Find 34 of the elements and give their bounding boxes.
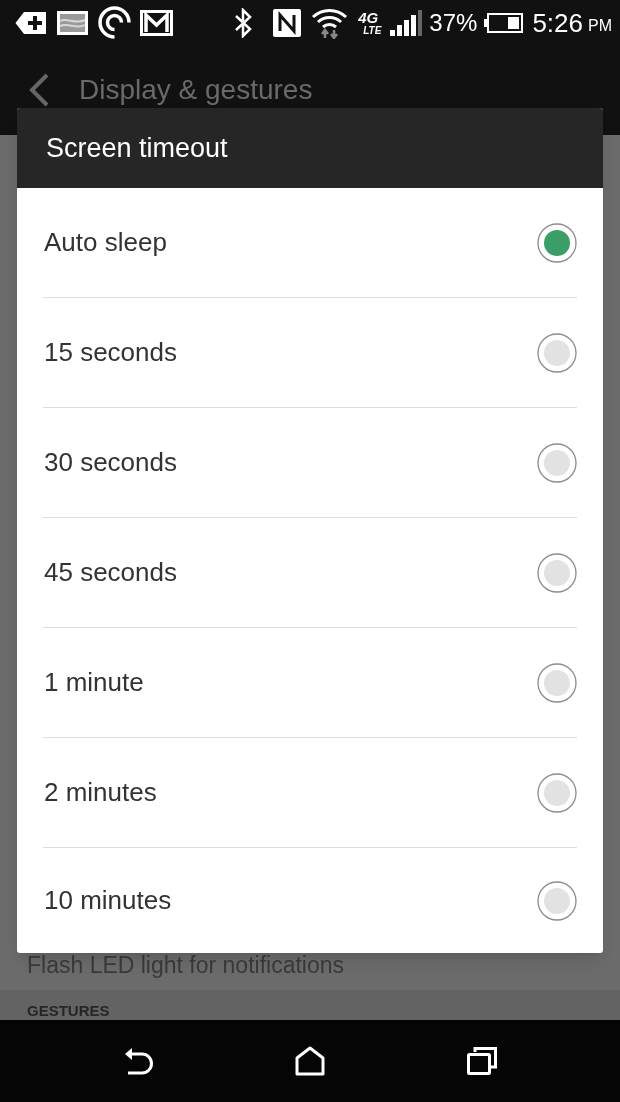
battery-percentage: 37% [429, 10, 478, 35]
radio-button[interactable] [537, 662, 577, 703]
radio-button[interactable] [537, 442, 577, 483]
ring-icon [98, 6, 131, 39]
clock-time: 5:26 [532, 9, 583, 36]
radio-button[interactable] [537, 772, 577, 813]
back-icon[interactable] [123, 1047, 153, 1075]
section-title: GESTURES [27, 1002, 110, 1020]
app-bar-title: Display & gestures [79, 76, 313, 104]
image-icon [57, 10, 88, 35]
timeout-option[interactable]: 15 seconds [17, 298, 603, 407]
nfc-icon [273, 8, 302, 37]
dialog-title: Screen timeout [46, 134, 228, 162]
timeout-option[interactable]: 10 minutes [17, 848, 603, 953]
radio-button[interactable] [537, 332, 577, 373]
radio-button[interactable] [537, 552, 577, 593]
signal-icon [390, 9, 423, 36]
tag-plus-icon [15, 10, 47, 35]
timeout-option[interactable]: 45 seconds [17, 518, 603, 627]
home-icon[interactable] [295, 1046, 325, 1076]
battery-icon [484, 12, 524, 33]
timeout-option[interactable]: 30 seconds [17, 408, 603, 517]
wifi-icon [311, 6, 349, 39]
network-type: 4G [358, 9, 379, 25]
clock-period: PM [588, 17, 612, 34]
radio-button[interactable] [537, 222, 577, 263]
mail-icon [140, 9, 173, 36]
recent-apps-icon[interactable] [467, 1047, 497, 1075]
bluetooth-icon [235, 7, 253, 38]
timeout-option[interactable]: 1 minute [17, 628, 603, 737]
network-technology: LTE [363, 24, 382, 36]
timeout-option[interactable]: 2 minutes [17, 738, 603, 847]
timeout-option[interactable]: Auto sleep [17, 188, 603, 297]
radio-button[interactable] [537, 880, 577, 921]
